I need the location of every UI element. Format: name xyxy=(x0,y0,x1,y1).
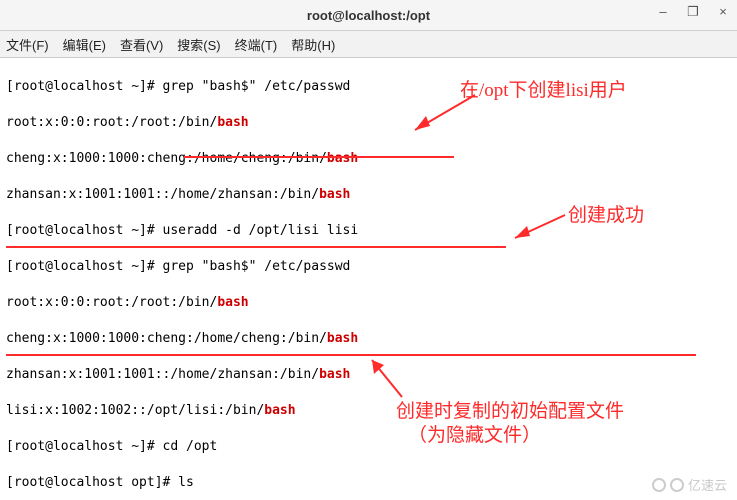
menu-search[interactable]: 搜索(S) xyxy=(177,35,220,54)
window-titlebar: root@localhost:/opt – ❐ × xyxy=(0,0,737,31)
window-controls: – ❐ × xyxy=(655,4,731,20)
term-line: zhansan:x:1001:1001::/home/zhansan:/bin/… xyxy=(6,366,731,384)
term-line: lisi:x:1002:1002::/opt/lisi:/bin/bash xyxy=(6,402,731,420)
watermark-icon xyxy=(652,478,666,492)
menu-view[interactable]: 查看(V) xyxy=(120,35,163,54)
minimize-button[interactable]: – xyxy=(655,4,671,20)
menu-bar: 文件(F) 编辑(E) 查看(V) 搜索(S) 终端(T) 帮助(H) xyxy=(0,31,737,58)
term-line: root:x:0:0:root:/root:/bin/bash xyxy=(6,114,731,132)
close-button[interactable]: × xyxy=(715,4,731,20)
term-line: zhansan:x:1001:1001::/home/zhansan:/bin/… xyxy=(6,186,731,204)
term-line: [root@localhost ~]# useradd -d /opt/lisi… xyxy=(6,222,731,240)
term-line: [root@localhost ~]# grep "bash$" /etc/pa… xyxy=(6,258,731,276)
term-line: cheng:x:1000:1000:cheng:/home/cheng:/bin… xyxy=(6,330,731,348)
terminal-output[interactable]: [root@localhost ~]# grep "bash$" /etc/pa… xyxy=(0,58,737,500)
watermark-text: 亿速云 xyxy=(688,475,727,494)
maximize-button[interactable]: ❐ xyxy=(685,4,701,20)
term-line: cheng:x:1000:1000:cheng:/home/cheng:/bin… xyxy=(6,150,731,168)
term-line: [root@localhost opt]# ls xyxy=(6,474,731,492)
watermark-icon xyxy=(670,478,684,492)
term-line: [root@localhost ~]# grep "bash$" /etc/pa… xyxy=(6,78,731,96)
window-title: root@localhost:/opt xyxy=(0,8,737,23)
menu-help[interactable]: 帮助(H) xyxy=(291,35,335,54)
term-line: [root@localhost ~]# cd /opt xyxy=(6,438,731,456)
menu-edit[interactable]: 编辑(E) xyxy=(63,35,106,54)
term-line: root:x:0:0:root:/root:/bin/bash xyxy=(6,294,731,312)
menu-terminal[interactable]: 终端(T) xyxy=(235,35,278,54)
watermark: 亿速云 xyxy=(652,475,727,494)
menu-file[interactable]: 文件(F) xyxy=(6,35,49,54)
